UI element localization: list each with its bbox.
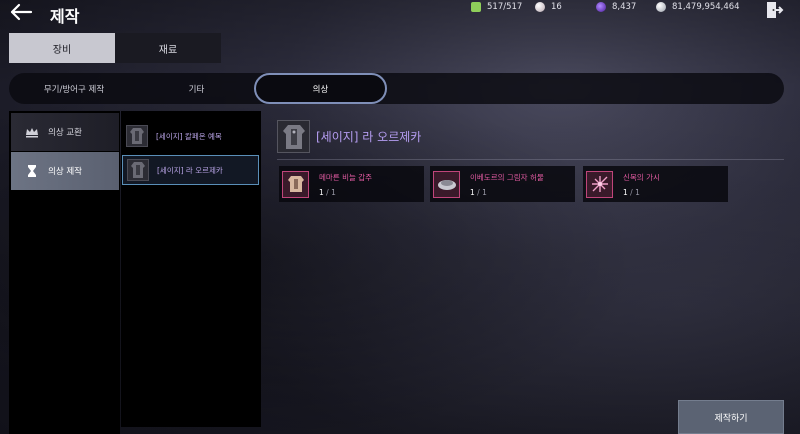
detail-title: [세이지] 라 오르제카: [316, 130, 422, 144]
hourglass-icon: [25, 164, 39, 178]
silver-coin-icon: [656, 2, 666, 12]
page-title: 제작: [50, 7, 80, 26]
material-name: 신목의 가시: [623, 172, 660, 182]
currency-value: 517/517: [487, 2, 523, 12]
crown-icon: [25, 125, 39, 139]
recipe-item-selected[interactable]: [세이지] 라 오르제카: [122, 155, 259, 185]
currency-value: 16: [551, 2, 562, 12]
divider: [277, 159, 784, 160]
pearl-icon: [535, 2, 545, 12]
craft-button[interactable]: 제작하기: [678, 400, 784, 434]
currency-value: 8,437: [612, 2, 637, 12]
material-card[interactable]: 이베도르의 그림자 허물 1 / 1: [430, 166, 575, 202]
recipe-label: [세이지] 라 오르제카: [157, 165, 223, 175]
top-bar: 제작 517/517 16 8,437 81,479,954,464: [0, 0, 800, 26]
currency-gem: 8,437: [596, 1, 636, 13]
purple-gem-icon: [596, 2, 606, 12]
material-card[interactable]: 신목의 가시 1 / 1: [583, 166, 728, 202]
subtab-costume[interactable]: 의상: [254, 73, 387, 104]
background-scene: [0, 0, 800, 434]
sub-tab-bar: 무기/방어구 제작 기타 의상: [9, 73, 784, 104]
recipe-list: [세이지] 칼페온 예복 [세이지] 라 오르제카: [121, 111, 261, 427]
thorn-icon: [586, 170, 613, 198]
material-name: 이베도르의 그림자 허물: [470, 172, 544, 182]
currency-stamina: 517/517: [471, 1, 522, 13]
selected-costume-icon: [277, 120, 310, 153]
category-label: 의상 제작: [48, 167, 82, 177]
category-panel: 의상 교환 의상 제작: [9, 111, 120, 434]
currency-silver: 81,479,954,464: [656, 1, 740, 13]
exit-icon[interactable]: [764, 1, 784, 19]
category-label: 의상 교환: [48, 128, 82, 138]
subtab-weapon-armor-craft[interactable]: 무기/방어구 제작: [9, 73, 139, 104]
back-arrow-icon[interactable]: [9, 2, 33, 22]
recipe-label: [세이지] 칼페온 예복: [156, 131, 222, 141]
material-card[interactable]: 메마른 비늘 갑주 1 / 1: [279, 166, 424, 202]
material-count: 1 / 1: [319, 187, 336, 197]
tab-equipment[interactable]: 장비: [9, 33, 115, 63]
shadow-shell-icon: [433, 170, 460, 198]
material-count: 1 / 1: [623, 187, 640, 197]
main-tabs: 장비 재료: [9, 33, 221, 63]
costume-armor-icon: [126, 125, 148, 147]
costume-armor-icon: [127, 159, 149, 181]
currency-pearl: 16: [535, 1, 562, 13]
subtab-misc[interactable]: 기타: [139, 73, 254, 104]
stamina-icon: [471, 2, 481, 12]
recipe-item[interactable]: [세이지] 칼페온 예복: [122, 121, 259, 151]
tab-materials[interactable]: 재료: [115, 33, 221, 63]
category-costume-craft[interactable]: 의상 제작: [11, 152, 119, 190]
category-costume-exchange[interactable]: 의상 교환: [11, 113, 119, 151]
currency-value: 81,479,954,464: [672, 2, 740, 12]
material-name: 메마른 비늘 갑주: [319, 172, 373, 182]
armor-material-icon: [282, 170, 309, 198]
material-count: 1 / 1: [470, 187, 487, 197]
